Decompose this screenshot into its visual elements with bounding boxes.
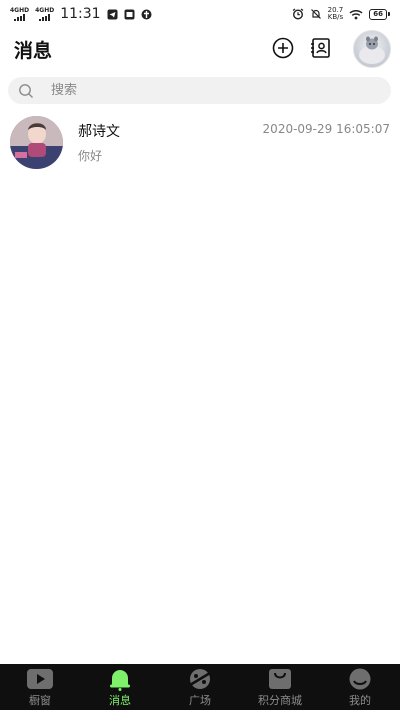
avatar-image: [359, 36, 385, 64]
nav-item-profile[interactable]: 我的: [320, 664, 400, 710]
play-icon: [27, 668, 53, 689]
message-timestamp: 2020-09-29 16:05:07: [262, 122, 390, 136]
search-icon: [19, 83, 33, 98]
app-notification-icon: [124, 9, 135, 19]
telegram-icon: [107, 9, 118, 19]
nav-label-showcase: 橱窗: [29, 693, 51, 707]
status-bar: 4GHD 4GHD 11:31 20.7 KB/s 66: [0, 0, 400, 28]
nav-item-messages[interactable]: 消息: [80, 664, 160, 710]
signal-icon-2: 4GHD: [35, 7, 54, 21]
header: 消息: [0, 28, 400, 70]
battery-level: 66: [369, 8, 387, 20]
nav-label-points-mall: 积分商城: [258, 693, 302, 707]
smile-icon: [349, 668, 371, 689]
nav-item-points-mall[interactable]: 积分商城: [240, 664, 320, 710]
mute-bell-icon: [310, 9, 321, 19]
shopping-bag-icon: [269, 668, 291, 689]
signal-icon-1: 4GHD: [10, 7, 29, 21]
status-left: 4GHD 4GHD 11:31: [10, 6, 152, 22]
search-input[interactable]: [49, 82, 353, 99]
conversation-item[interactable]: 郝诗文 2020-09-29 16:05:07 你好: [0, 112, 400, 172]
nav-label-plaza: 广场: [189, 693, 211, 707]
contact-avatar: [10, 116, 63, 169]
status-right: 20.7 KB/s 66: [292, 7, 390, 21]
search-bar[interactable]: [8, 77, 391, 104]
status-time: 11:31: [60, 6, 101, 22]
user-avatar[interactable]: [353, 30, 391, 68]
network-speed: 20.7 KB/s: [328, 7, 344, 21]
plaza-icon: [189, 668, 211, 689]
contacts-button[interactable]: [309, 36, 333, 60]
alarm-icon: [292, 8, 304, 20]
battery-icon: 66: [369, 8, 390, 20]
shield-status-icon: [141, 9, 152, 19]
contact-name: 郝诗文: [78, 124, 120, 140]
add-button[interactable]: [271, 36, 295, 60]
message-preview: 你好: [78, 149, 103, 163]
nav-item-showcase[interactable]: 橱窗: [0, 664, 80, 710]
nav-label-profile: 我的: [349, 693, 371, 707]
wifi-icon: [349, 9, 363, 19]
nav-item-plaza[interactable]: 广场: [160, 664, 240, 710]
messages-screen: 4GHD 4GHD 11:31 20.7 KB/s 66 消息 搜索 郝诗文 2…: [0, 0, 400, 710]
speed-unit: KB/s: [327, 13, 344, 21]
page-title: 消息: [14, 40, 53, 62]
nav-label-messages: 消息: [109, 693, 131, 707]
bottom-nav: 橱窗 消息 广场 积分商城 我的: [0, 664, 400, 710]
bell-icon: [110, 669, 130, 691]
